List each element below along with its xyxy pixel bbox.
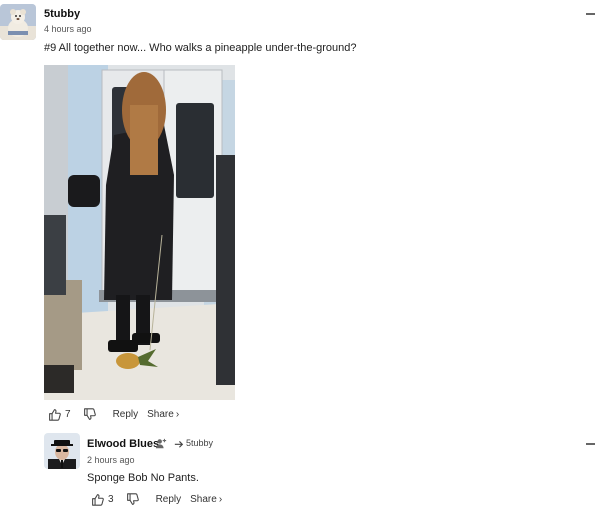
reply-to-username: 5tubby [186,438,214,448]
avatar-image [0,4,36,40]
chevron-right-icon: › [175,409,180,420]
reply-text: Sponge Bob No Pants. [87,472,199,484]
thumbs-down-icon [83,408,96,420]
like-count: 7 [65,409,71,420]
add-person-icon[interactable] [155,437,167,455]
comment-image[interactable] [44,65,235,400]
like-button[interactable]: 3 [91,493,114,506]
reply-timestamp: 2 hours ago [87,455,135,465]
comment-actions: 7 Reply Share › [48,408,179,421]
share-label: Share [147,409,174,420]
like-button[interactable]: 7 [48,408,71,421]
minus-icon[interactable] [586,443,595,445]
reply-arrow-icon [174,440,184,448]
share-button[interactable]: Share › [147,409,179,420]
share-button[interactable]: Share › [190,494,222,505]
minus-icon[interactable] [586,13,595,15]
subway-photo [44,65,235,400]
avatar[interactable] [0,4,36,40]
reply-username[interactable]: Elwood Blues [87,438,159,450]
dislike-button[interactable] [83,408,96,421]
thumbs-down-icon [126,493,139,505]
comment-thread: 5tubby 4 hours ago #9 All together now..… [0,0,600,513]
comment-timestamp: 4 hours ago [44,24,92,34]
thumbs-up-icon [49,409,61,421]
comment-username[interactable]: 5tubby [44,8,80,20]
reply-to-indicator[interactable]: 5tubby [174,438,213,448]
reply-button[interactable]: Reply [156,494,182,505]
avatar-image [44,433,80,469]
like-count: 3 [108,494,114,505]
reply-actions: 3 Reply Share › [91,493,222,506]
reply-avatar[interactable] [44,433,80,469]
chevron-right-icon: › [218,494,223,505]
thumbs-up-icon [92,494,104,506]
share-label: Share [190,494,217,505]
dislike-button[interactable] [126,493,139,506]
comment-text: #9 All together now... Who walks a pinea… [44,42,357,54]
reply-button[interactable]: Reply [113,409,139,420]
